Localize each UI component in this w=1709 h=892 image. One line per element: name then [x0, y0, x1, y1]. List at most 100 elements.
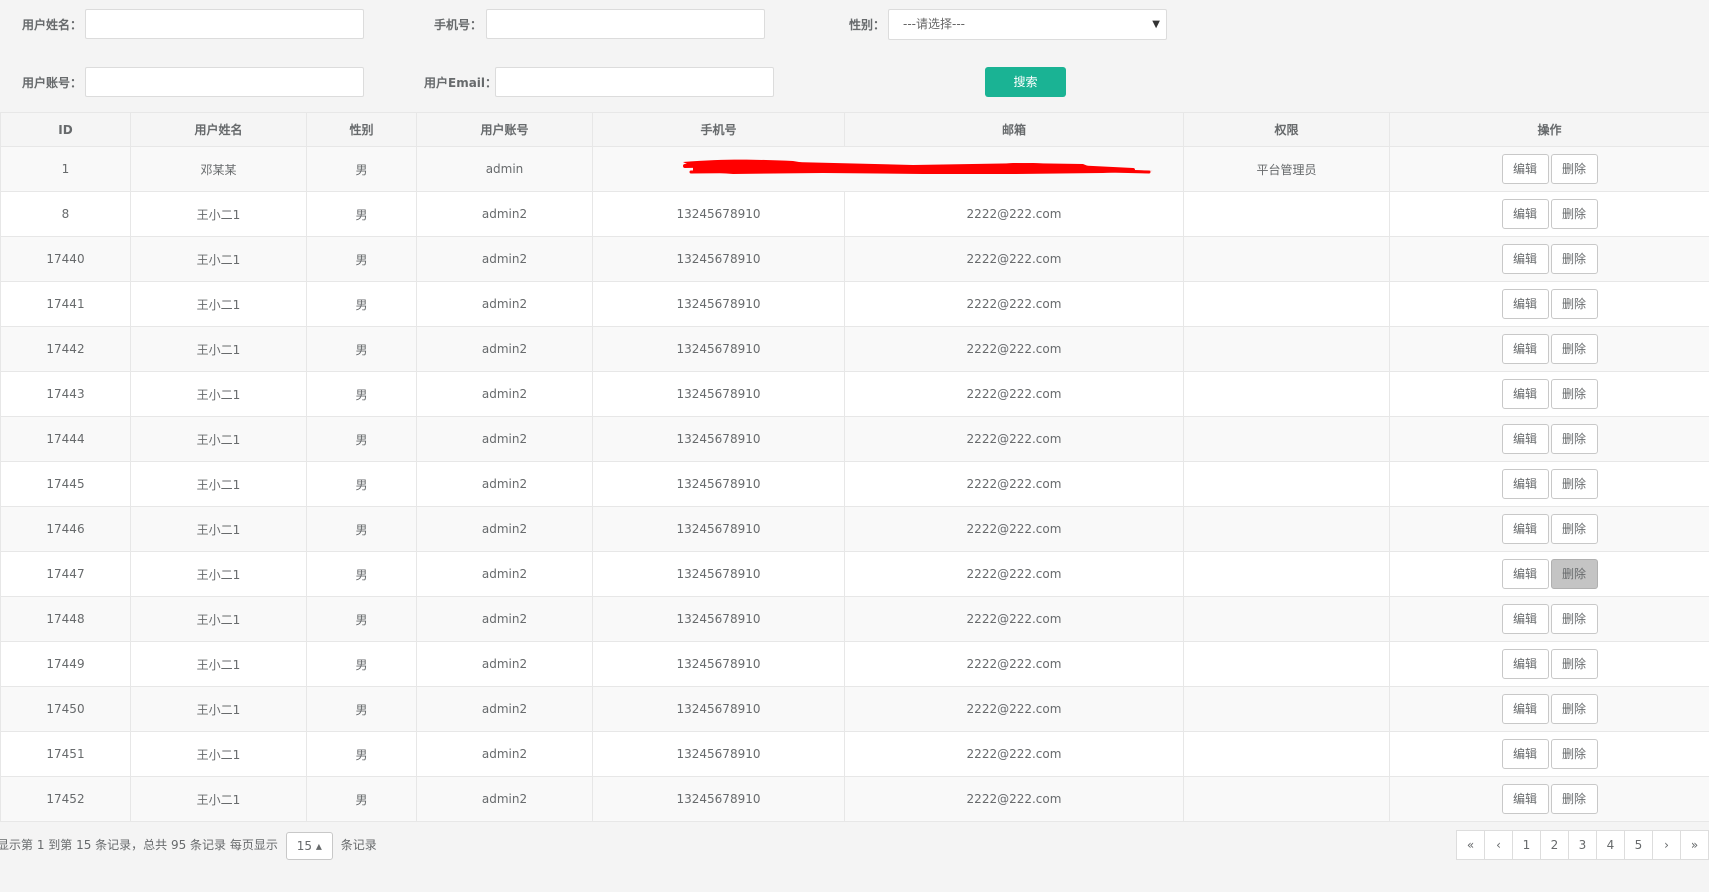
delete-button[interactable]: 删除 — [1550, 469, 1598, 499]
cell-gender: 男 — [306, 416, 417, 462]
delete-button[interactable]: 删除 — [1550, 604, 1598, 634]
cell-name: 王小二1 — [130, 191, 307, 237]
search-button[interactable]: 搜索 — [985, 67, 1066, 97]
edit-button[interactable]: 编辑 — [1501, 739, 1549, 769]
cell-phone: 13245678910 — [592, 236, 845, 282]
phone-input[interactable] — [486, 9, 765, 39]
cell-actions: 编辑 删除 — [1389, 191, 1709, 237]
next-page-button[interactable]: › — [1652, 830, 1681, 860]
edit-button[interactable]: 编辑 — [1501, 424, 1549, 454]
name-label: 用户姓名： — [22, 18, 83, 32]
cell-email: 2222@222.com — [844, 686, 1184, 732]
page-button-2[interactable]: 2 — [1540, 830, 1569, 860]
pagination-info-suffix: 条记录 — [340, 838, 377, 852]
first-page-button[interactable]: « — [1456, 830, 1485, 860]
delete-button[interactable]: 删除 — [1550, 559, 1598, 589]
edit-button[interactable]: 编辑 — [1501, 784, 1549, 814]
cell-id: 17450 — [0, 686, 131, 732]
delete-button[interactable]: 删除 — [1550, 289, 1598, 319]
cell-name: 王小二1 — [130, 776, 307, 822]
cell-gender: 男 — [306, 596, 417, 642]
delete-button[interactable]: 删除 — [1550, 424, 1598, 454]
gender-select[interactable]: ---请选择--- ▼ — [888, 9, 1167, 40]
edit-button[interactable]: 编辑 — [1501, 469, 1549, 499]
delete-button[interactable]: 删除 — [1550, 514, 1598, 544]
cell-name: 王小二1 — [130, 416, 307, 462]
cell-email: 2222@222.com — [844, 461, 1184, 507]
edit-button[interactable]: 编辑 — [1501, 649, 1549, 679]
edit-button[interactable]: 编辑 — [1501, 514, 1549, 544]
cell-account: admin2 — [416, 731, 593, 777]
col-header-id[interactable]: ID — [0, 112, 131, 147]
table-row: 17449 王小二1 男 admin2 13245678910 2222@222… — [0, 641, 1709, 687]
cell-account: admin2 — [416, 551, 593, 597]
cell-phone: 13245678910 — [592, 596, 845, 642]
cell-role — [1183, 551, 1390, 597]
cell-email: 2222@222.com — [844, 506, 1184, 552]
cell-actions: 编辑 删除 — [1389, 596, 1709, 642]
page-size-dropdown[interactable]: 15 ▴ — [285, 831, 333, 860]
cell-account: admin2 — [416, 641, 593, 687]
delete-button[interactable]: 删除 — [1550, 784, 1598, 814]
cell-email: 2222@222.com — [844, 596, 1184, 642]
cell-account: admin2 — [416, 596, 593, 642]
chevron-down-icon: ▼ — [1152, 19, 1160, 30]
cell-gender: 男 — [306, 236, 417, 282]
edit-button[interactable]: 编辑 — [1501, 334, 1549, 364]
delete-button[interactable]: 删除 — [1550, 199, 1598, 229]
cell-phone: 13245678910 — [592, 731, 845, 777]
edit-button[interactable]: 编辑 — [1501, 244, 1549, 274]
cell-email: 2222@222.com — [844, 551, 1184, 597]
cell-name: 王小二1 — [130, 326, 307, 372]
delete-button[interactable]: 删除 — [1550, 694, 1598, 724]
cell-id: 17448 — [0, 596, 131, 642]
page-button-5[interactable]: 5 — [1624, 830, 1653, 860]
col-header-gender[interactable]: 性别 — [306, 112, 417, 147]
cell-actions: 编辑 删除 — [1389, 461, 1709, 507]
cell-email: 2222@222.com — [844, 191, 1184, 237]
col-header-role[interactable]: 权限 — [1183, 112, 1390, 147]
cell-gender: 男 — [306, 506, 417, 552]
edit-button[interactable]: 编辑 — [1501, 199, 1549, 229]
delete-button[interactable]: 删除 — [1550, 334, 1598, 364]
delete-button[interactable]: 删除 — [1550, 379, 1598, 409]
page-button-1[interactable]: 1 — [1512, 830, 1541, 860]
email-input[interactable] — [495, 67, 774, 97]
delete-button[interactable]: 删除 — [1550, 244, 1598, 274]
edit-button[interactable]: 编辑 — [1501, 379, 1549, 409]
account-input[interactable] — [85, 67, 364, 97]
prev-page-button[interactable]: ‹ — [1484, 830, 1513, 860]
cell-name: 邓某某 — [130, 146, 307, 192]
edit-button[interactable]: 编辑 — [1501, 694, 1549, 724]
edit-button[interactable]: 编辑 — [1501, 559, 1549, 589]
delete-button[interactable]: 删除 — [1550, 739, 1598, 769]
last-page-button[interactable]: » — [1680, 830, 1709, 860]
page-button-4[interactable]: 4 — [1596, 830, 1625, 860]
cell-account: admin2 — [416, 686, 593, 732]
pagination-info-prefix: 显示第 1 到第 15 条记录，总共 95 条记录 每页显示 — [0, 838, 278, 852]
edit-button[interactable]: 编辑 — [1501, 289, 1549, 319]
col-header-account[interactable]: 用户账号 — [416, 112, 593, 147]
delete-button[interactable]: 删除 — [1550, 649, 1598, 679]
col-header-email[interactable]: 邮箱 — [844, 112, 1184, 147]
cell-name: 王小二1 — [130, 506, 307, 552]
cell-role — [1183, 461, 1390, 507]
cell-name: 王小二1 — [130, 596, 307, 642]
cell-actions: 编辑 删除 — [1389, 326, 1709, 372]
table-row: 8 王小二1 男 admin2 13245678910 2222@222.com… — [0, 191, 1709, 237]
table-row: 17442 王小二1 男 admin2 13245678910 2222@222… — [0, 326, 1709, 372]
cell-gender: 男 — [306, 776, 417, 822]
page-button-3[interactable]: 3 — [1568, 830, 1597, 860]
cell-name: 王小二1 — [130, 461, 307, 507]
delete-button[interactable]: 删除 — [1550, 154, 1598, 184]
cell-account: admin2 — [416, 416, 593, 462]
col-header-phone[interactable]: 手机号 — [592, 112, 845, 147]
pagination-info: 显示第 1 到第 15 条记录，总共 95 条记录 每页显示 15 ▴ 条记录 — [0, 830, 377, 860]
cell-gender: 男 — [306, 146, 417, 192]
col-header-name[interactable]: 用户姓名 — [130, 112, 307, 147]
pagination: « ‹ 1 2 3 4 5 › » — [1456, 830, 1709, 860]
edit-button[interactable]: 编辑 — [1501, 154, 1549, 184]
name-input[interactable] — [85, 9, 364, 39]
edit-button[interactable]: 编辑 — [1501, 604, 1549, 634]
email-label: 用户Email： — [424, 76, 498, 90]
